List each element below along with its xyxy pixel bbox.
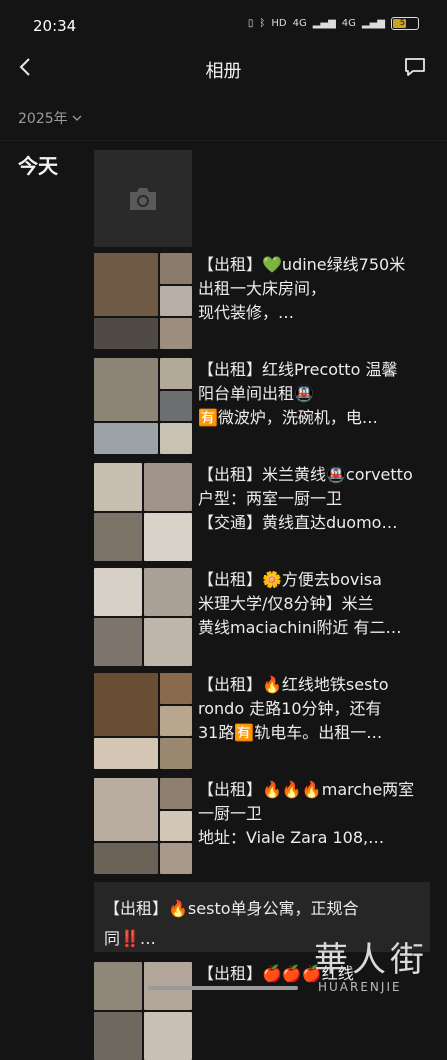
thumbnail-photo bbox=[160, 286, 192, 317]
signal-icon-2: ▂▄▆ bbox=[362, 18, 385, 29]
thumbnail-photo bbox=[160, 843, 192, 874]
thumbnail-photo bbox=[94, 463, 142, 511]
post-thumbnail bbox=[94, 962, 192, 1060]
post-text: 【出租】米兰黄线🚇corvetto 户型：两室一厨一卫 【交通】黄线直达duom… bbox=[198, 463, 430, 535]
thumbnail-photo bbox=[160, 811, 192, 842]
post-thumbnail bbox=[94, 778, 192, 876]
list-item[interactable]: 【出租】米兰黄线🚇corvetto 户型：两室一厨一卫 【交通】黄线直达duom… bbox=[94, 463, 430, 561]
battery-icon: 57 bbox=[391, 17, 419, 30]
signal-icon-1: ▂▄▆ bbox=[313, 18, 336, 29]
chevron-down-icon bbox=[72, 113, 82, 123]
thumbnail-photo bbox=[160, 778, 192, 809]
bluetooth-icon: ᛒ bbox=[259, 18, 265, 29]
list-item[interactable]: 【出租】💚udine绿线750米 出租一大床房间， 现代装修，… bbox=[94, 253, 430, 351]
list-item[interactable]: 【出租】红线Precotto 温馨 阳台单间出租🚇 🈶微波炉，洗碗机，电… bbox=[94, 358, 430, 456]
post-thumbnail bbox=[94, 253, 192, 351]
post-thumbnail bbox=[94, 568, 192, 666]
thumbnail-photo bbox=[94, 843, 158, 874]
hd-badge: HD bbox=[271, 18, 286, 29]
thumbnail-photo bbox=[144, 568, 192, 616]
thumbnail-photo bbox=[94, 423, 158, 454]
status-bar: 20:34 ▯ ᛒ HD 4G ▂▄▆ 4G ▂▄▆ 57 bbox=[0, 0, 447, 50]
thumbnail-photo bbox=[94, 358, 158, 421]
battery-level: 57 bbox=[392, 18, 418, 29]
camera-icon bbox=[127, 186, 159, 212]
thumbnail-photo bbox=[144, 463, 192, 511]
status-time: 20:34 bbox=[33, 17, 76, 35]
post-text: 【出租】红线Precotto 温馨 阳台单间出租🚇 🈶微波炉，洗碗机，电… bbox=[198, 358, 430, 430]
thumbnail-photo bbox=[144, 618, 192, 666]
thumbnail-photo bbox=[94, 673, 158, 736]
year-filter[interactable]: 2025年 bbox=[18, 108, 82, 128]
post-thumbnail bbox=[94, 463, 192, 561]
thumbnail-photo bbox=[160, 423, 192, 454]
thumbnail-photo bbox=[160, 253, 192, 284]
signal-label-2: 4G bbox=[342, 18, 356, 29]
signal-label-1: 4G bbox=[293, 18, 307, 29]
thumbnail-photo bbox=[94, 253, 158, 316]
watermark-text: 華人街 bbox=[314, 932, 428, 981]
list-item[interactable]: 【出租】🔥红线地铁sesto rondo 走路10分钟，还有 31路🈶轨电车。出… bbox=[94, 673, 430, 771]
thumbnail-photo bbox=[94, 962, 142, 1010]
thumbnail-photo bbox=[94, 778, 158, 841]
post-text: 【出租】🔥红线地铁sesto rondo 走路10分钟，还有 31路🈶轨电车。出… bbox=[198, 673, 430, 745]
thumbnail-photo bbox=[160, 391, 192, 422]
thumbnail-photo bbox=[94, 568, 142, 616]
list-item[interactable]: 【出租】🔥🔥🔥marche两室 一厨一卫 地址：Viale Zara 108,… bbox=[94, 778, 430, 876]
nav-bar: 相册 bbox=[0, 50, 447, 86]
thumbnail-photo bbox=[160, 318, 192, 349]
post-thumbnail bbox=[94, 358, 192, 456]
post-text: 【出租】🔥🔥🔥marche两室 一厨一卫 地址：Viale Zara 108,… bbox=[198, 778, 430, 850]
home-indicator[interactable] bbox=[148, 986, 298, 990]
post-text: 【出租】💚udine绿线750米 出租一大床房间， 现代装修，… bbox=[198, 253, 430, 325]
vibrate-icon: ▯ bbox=[248, 18, 254, 29]
thumbnail-photo bbox=[94, 513, 142, 561]
watermark-logo: 華人街 HUARENJIE bbox=[300, 930, 440, 1000]
post-text: 【出租】🌼方便去bovisa 米理大学/仅8分钟】米兰 黄线maciachini… bbox=[198, 568, 430, 640]
thumbnail-photo bbox=[160, 706, 192, 737]
thumbnail-photo bbox=[144, 513, 192, 561]
year-label: 2025年 bbox=[18, 108, 68, 128]
list-item[interactable]: 【出租】🌼方便去bovisa 米理大学/仅8分钟】米兰 黄线maciachini… bbox=[94, 568, 430, 666]
watermark-subtext: HUARENJIE bbox=[318, 980, 402, 994]
thumbnail-photo bbox=[160, 673, 192, 704]
thumbnail-photo bbox=[94, 738, 158, 769]
divider bbox=[0, 140, 447, 141]
thumbnail-photo bbox=[94, 618, 142, 666]
thumbnail-photo bbox=[94, 1012, 142, 1060]
camera-tile[interactable] bbox=[94, 150, 192, 247]
thumbnail-photo bbox=[94, 318, 158, 349]
page-title: 相册 bbox=[0, 57, 447, 83]
thumbnail-photo bbox=[144, 1012, 192, 1060]
post-thumbnail bbox=[94, 673, 192, 771]
thumbnail-photo bbox=[160, 738, 192, 769]
thumbnail-photo bbox=[160, 358, 192, 389]
section-date: 今天 bbox=[18, 150, 58, 179]
message-icon[interactable] bbox=[403, 55, 427, 79]
status-icons: ▯ ᛒ HD 4G ▂▄▆ 4G ▂▄▆ 57 bbox=[248, 17, 419, 30]
